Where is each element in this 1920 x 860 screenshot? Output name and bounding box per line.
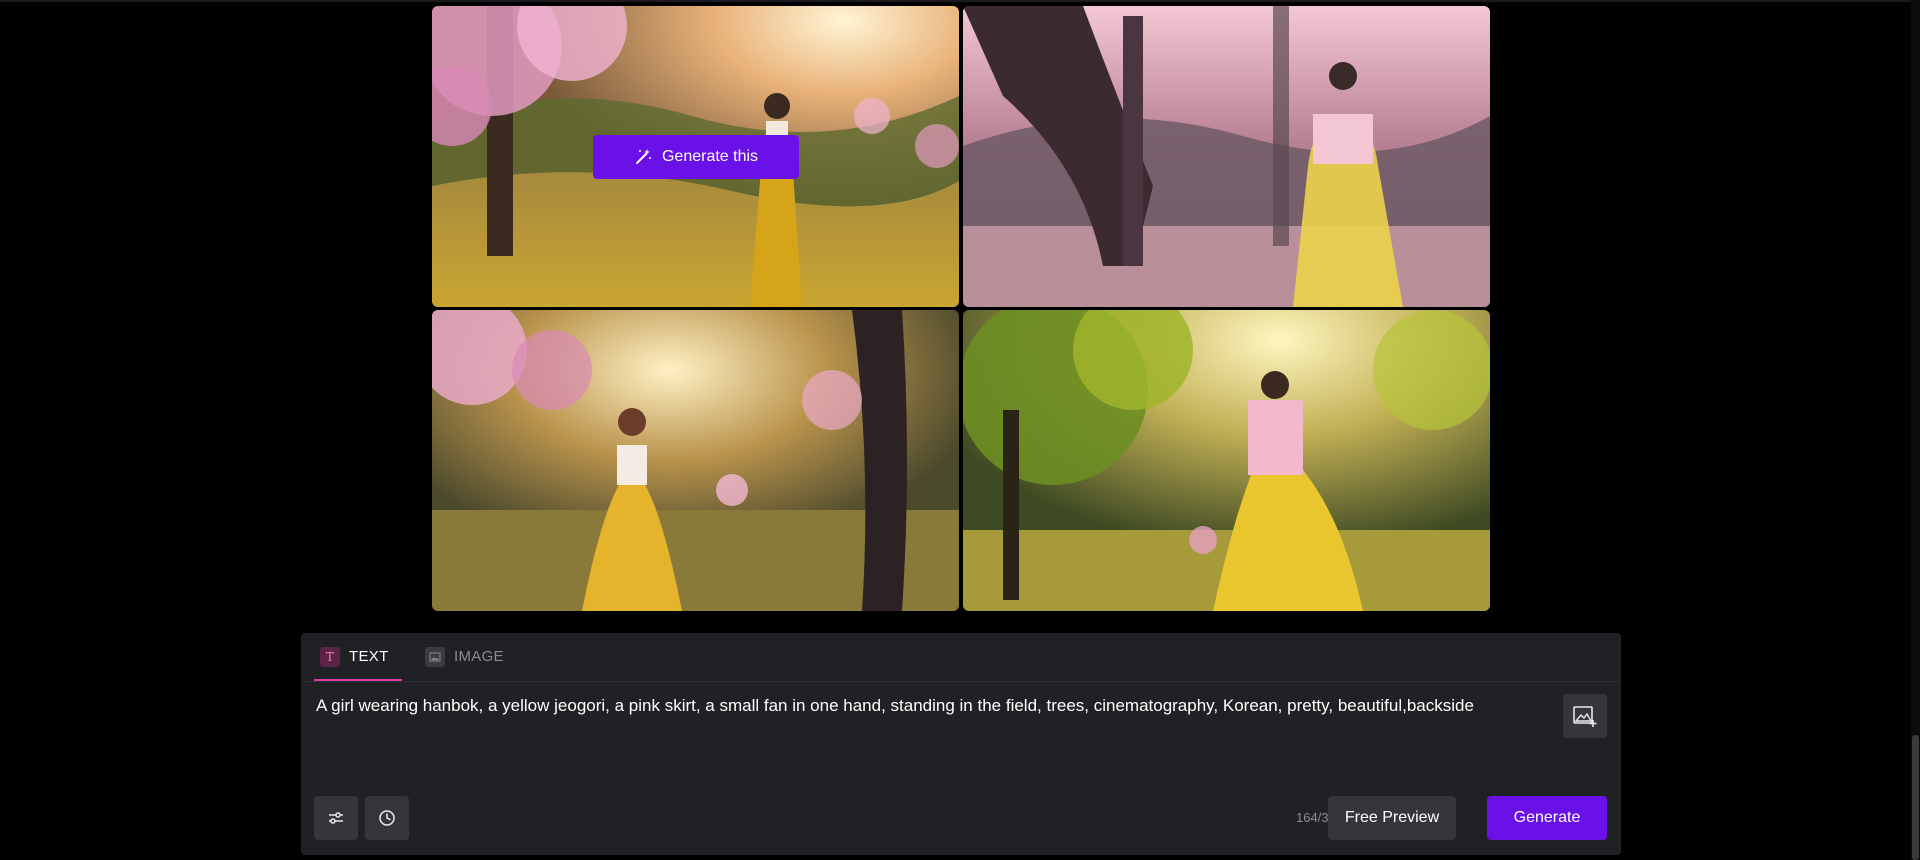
prompt-textarea[interactable]: A girl wearing hanbok, a yellow jeogori,… [316, 695, 1496, 716]
image-upload-button[interactable] [1563, 694, 1607, 738]
generate-this-button[interactable]: Generate this [593, 135, 799, 179]
active-tab-indicator [314, 679, 402, 681]
scrollbar-track[interactable] [1911, 0, 1920, 860]
gallery-image-1[interactable]: Generate this [432, 6, 959, 307]
tab-image[interactable]: IMAGE [425, 633, 504, 680]
gallery-image-2[interactable] [963, 6, 1490, 307]
prompt-panel: T TEXT IMAGE A girl wearing hanbok, a ye… [301, 633, 1621, 855]
image-upload-icon [1573, 706, 1597, 727]
page: Generate this T TEXT IMAGE A girl wearin… [0, 0, 1920, 860]
history-button[interactable] [365, 796, 409, 840]
settings-button[interactable] [314, 796, 358, 840]
generate-button[interactable]: Generate [1487, 796, 1607, 840]
image-gallery: Generate this [432, 6, 1490, 611]
tab-text-label: TEXT [349, 648, 389, 665]
gallery-image-4[interactable] [963, 310, 1490, 611]
tab-text[interactable]: T TEXT [314, 633, 402, 681]
sliders-icon [329, 812, 343, 824]
magic-wand-icon [635, 149, 651, 164]
generate-this-label: Generate this [661, 148, 759, 165]
clock-icon [379, 810, 395, 826]
image-canvas [963, 310, 1490, 611]
top-divider [0, 0, 1920, 2]
input-mode-tabs: T TEXT IMAGE [301, 633, 1621, 682]
text-icon: T [320, 646, 340, 667]
tab-image-label: IMAGE [454, 648, 504, 665]
scrollbar-thumb[interactable] [1912, 735, 1919, 860]
image-icon [425, 646, 445, 667]
free-preview-button[interactable]: Free Preview [1328, 796, 1456, 840]
image-canvas [432, 310, 959, 611]
gallery-image-3[interactable] [432, 310, 959, 611]
image-canvas [963, 6, 1490, 307]
